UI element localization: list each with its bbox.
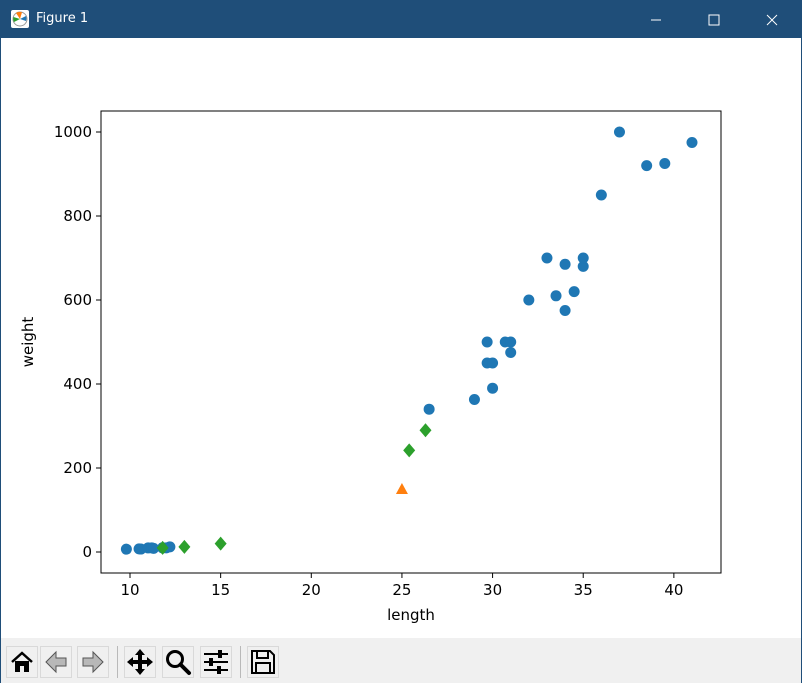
floppy-disk-icon bbox=[251, 650, 275, 674]
toolbar-separator bbox=[240, 646, 241, 678]
window-title: Figure 1 bbox=[36, 11, 89, 26]
x-tick-label: 35 bbox=[574, 581, 593, 599]
circle-data-point bbox=[481, 336, 493, 348]
y-tick-label: 0 bbox=[82, 543, 92, 561]
zoom-button[interactable] bbox=[162, 646, 194, 678]
navigation-toolbar bbox=[1, 638, 801, 683]
move-icon bbox=[127, 649, 153, 675]
close-button[interactable] bbox=[743, 1, 801, 38]
circle-data-point bbox=[559, 305, 571, 316]
y-tick-label: 800 bbox=[63, 207, 92, 225]
y-tick-label: 1000 bbox=[54, 123, 92, 141]
circle-data-point bbox=[595, 189, 607, 201]
forward-button[interactable] bbox=[77, 646, 109, 678]
app-icon bbox=[11, 10, 29, 28]
figure-window: Figure 1 10 15 20 25 30 35 40 0 200 400 600 800 1000… bbox=[0, 0, 802, 683]
circle-data-point bbox=[120, 543, 132, 555]
close-icon bbox=[766, 14, 778, 25]
home-icon bbox=[11, 651, 33, 672]
circle-data-point bbox=[487, 357, 499, 369]
circle-data-point bbox=[659, 158, 671, 169]
sliders-icon bbox=[204, 650, 228, 674]
x-tick-label: 30 bbox=[483, 581, 502, 599]
forward-arrow-icon bbox=[82, 650, 104, 674]
toolbar-separator bbox=[117, 646, 118, 678]
title-bar[interactable]: Figure 1 bbox=[1, 1, 801, 38]
circle-data-point bbox=[505, 336, 517, 348]
circle-data-point bbox=[505, 347, 517, 358]
x-tick-label: 10 bbox=[120, 581, 139, 599]
axes-frame bbox=[100, 110, 722, 574]
x-tick-label: 40 bbox=[664, 581, 683, 599]
circle-data-point bbox=[423, 403, 435, 415]
circle-data-point bbox=[568, 286, 580, 298]
back-arrow-icon bbox=[45, 650, 67, 674]
figure-canvas[interactable]: 10 15 20 25 30 35 40 0 200 400 600 800 1000 length w… bbox=[1, 38, 801, 638]
circle-data-point bbox=[541, 252, 553, 264]
circle-data-point bbox=[550, 290, 562, 302]
circle-data-point bbox=[559, 258, 571, 270]
circle-data-point bbox=[577, 252, 589, 264]
y-axis-label: weight bbox=[19, 317, 37, 368]
x-tick-label: 20 bbox=[302, 581, 321, 599]
maximize-button[interactable] bbox=[685, 1, 743, 38]
minimize-icon bbox=[651, 19, 661, 20]
save-button[interactable] bbox=[247, 646, 279, 678]
maximize-icon bbox=[708, 14, 720, 25]
circle-data-point bbox=[613, 126, 625, 138]
y-tick-label: 600 bbox=[63, 291, 92, 309]
scatter-plot: 10 15 20 25 30 35 4002004006008001000 length w… bbox=[19, 110, 722, 624]
pan-button[interactable] bbox=[124, 646, 156, 678]
x-axis-label: length bbox=[387, 606, 435, 624]
back-button[interactable] bbox=[40, 646, 72, 678]
minimize-button[interactable] bbox=[627, 1, 685, 38]
magnifier-icon bbox=[166, 650, 191, 675]
circle-data-point bbox=[523, 294, 535, 306]
circle-data-point bbox=[468, 394, 480, 406]
configure-subplots-button[interactable] bbox=[200, 646, 232, 678]
circle-data-point bbox=[641, 160, 653, 172]
home-button[interactable] bbox=[6, 646, 38, 678]
x-tick-label: 15 bbox=[211, 581, 230, 599]
x-tick-label: 25 bbox=[392, 581, 411, 599]
y-tick-label: 400 bbox=[63, 375, 92, 393]
circle-data-point bbox=[686, 137, 698, 148]
circle-data-point bbox=[487, 382, 499, 394]
y-tick-label: 200 bbox=[63, 459, 92, 477]
